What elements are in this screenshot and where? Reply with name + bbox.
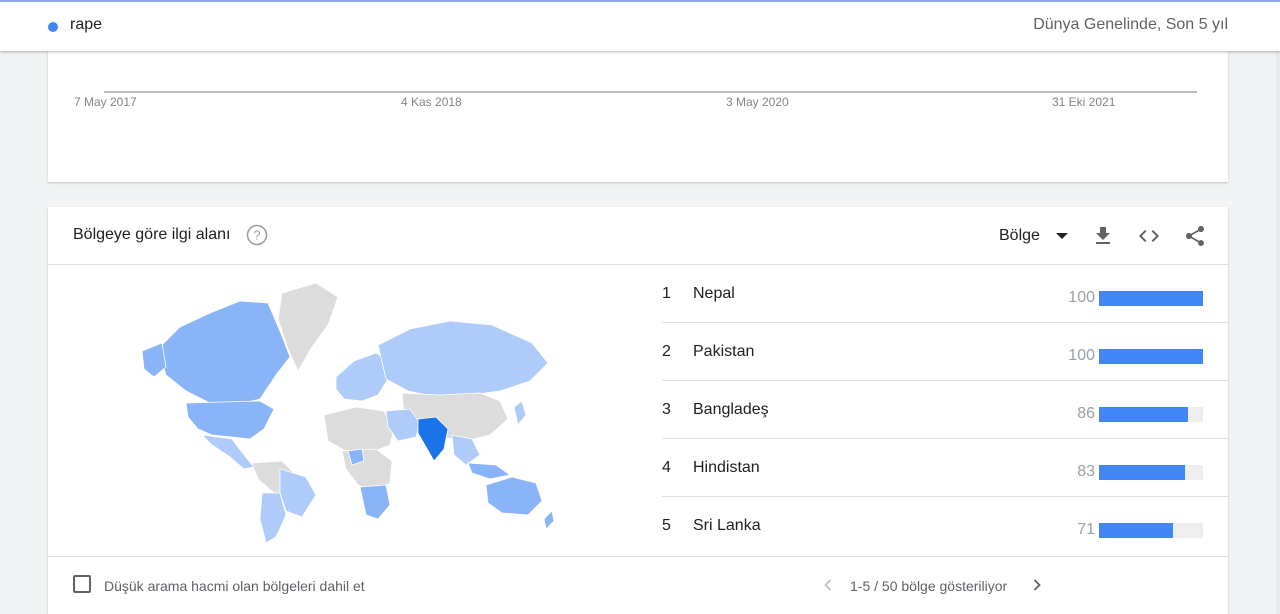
search-term-bar: rape Dünya Genelinde, Son 5 yıl <box>0 0 1280 51</box>
alaska <box>141 342 167 378</box>
indonesia-philippines <box>467 462 511 480</box>
ranking-region-name: Hindistan <box>693 459 760 476</box>
ranking-bar-track <box>1099 291 1203 306</box>
interest-over-time-card: 7 May 2017 4 Kas 2018 3 May 2020 31 Eki … <box>48 40 1228 182</box>
australia <box>485 476 543 516</box>
ranking-region-name: Bangladeş <box>693 401 769 418</box>
ranking-region-name: Pakistan <box>693 343 755 360</box>
region-card-footer: Düşük arama hacmi olan bölgeleri dahil e… <box>48 556 1228 614</box>
ranking-bar <box>1099 291 1203 306</box>
ranking-bar <box>1099 465 1186 480</box>
timeline-axis-line <box>104 91 1197 93</box>
ranking-row[interactable]: 3 Bangladeş 86 <box>662 381 1228 439</box>
ranking-row[interactable]: 5 Sri Lanka 71 <box>662 497 1228 555</box>
interest-by-region-card: Bölgeye göre ilgi alanı ? Bölge 1 Nepal … <box>48 207 1228 614</box>
map-countries <box>141 282 555 544</box>
ranking-row[interactable]: 2 Pakistan 100 <box>662 323 1228 381</box>
brazil <box>279 468 317 518</box>
usa <box>185 400 275 440</box>
svg-text:?: ? <box>253 228 260 243</box>
page-scrollbar[interactable] <box>1276 0 1280 614</box>
download-icon[interactable] <box>1091 224 1115 248</box>
ranking-bar <box>1099 349 1203 364</box>
chevron-right-icon[interactable] <box>1029 577 1045 593</box>
low-volume-checkbox-label[interactable]: Düşük arama hacmi olan bölgeleri dahil e… <box>104 578 365 594</box>
mexico-central-america <box>200 434 255 470</box>
central-asia-china <box>401 392 509 442</box>
russia <box>377 320 549 398</box>
world-map[interactable] <box>140 279 560 544</box>
ranking-row[interactable]: 1 Nepal 100 <box>662 265 1228 323</box>
ranking-value: 100 <box>1068 289 1095 306</box>
ranking-region-name: Nepal <box>693 285 735 302</box>
pagination-status: 1-5 / 50 bölge gösteriliyor <box>850 578 1008 594</box>
ranking-bar-track <box>1099 349 1203 364</box>
scope-label: Dünya Genelinde, Son 5 yıl <box>1033 16 1228 33</box>
south-america-south <box>259 492 287 544</box>
help-circle-icon[interactable]: ? <box>246 224 268 246</box>
timeline-axis-label: 31 Eki 2021 <box>1052 95 1116 109</box>
embed-code-icon[interactable] <box>1137 224 1161 248</box>
ranking-bar-track <box>1099 407 1203 422</box>
share-icon[interactable] <box>1183 224 1207 248</box>
ranking-position: 5 <box>662 517 671 534</box>
ranking-bar-track <box>1099 465 1203 480</box>
search-term[interactable]: rape <box>70 16 102 34</box>
southeast-asia <box>451 434 481 466</box>
resolution-dropdown[interactable]: Bölge <box>999 224 1068 248</box>
ranking-value: 86 <box>1077 405 1095 422</box>
canada <box>157 300 291 406</box>
resolution-dropdown-value: Bölge <box>999 227 1040 244</box>
low-volume-checkbox[interactable] <box>73 575 91 593</box>
new-zealand <box>543 510 555 530</box>
ranking-position: 1 <box>662 285 671 302</box>
ranking-value: 71 <box>1077 521 1095 538</box>
chevron-left-icon[interactable] <box>820 577 836 593</box>
north-africa <box>323 406 395 454</box>
caret-down-icon <box>1055 233 1068 239</box>
ranking-bar <box>1099 523 1173 538</box>
ranking-position: 2 <box>662 343 671 360</box>
ranking-bar <box>1099 407 1189 422</box>
ranking-bar-track <box>1099 523 1203 538</box>
southern-africa <box>359 484 391 520</box>
timeline-axis-label: 7 May 2017 <box>74 95 137 109</box>
ranking-value: 83 <box>1077 463 1095 480</box>
timeline-axis-label: 4 Kas 2018 <box>401 95 462 109</box>
japan <box>513 400 527 426</box>
ranking-position: 4 <box>662 459 671 476</box>
timeline-axis-label: 3 May 2020 <box>726 95 789 109</box>
ranking-row[interactable]: 4 Hindistan 83 <box>662 439 1228 497</box>
term-color-dot-icon <box>48 22 58 32</box>
ranking-value: 100 <box>1068 347 1095 364</box>
ranking-region-name: Sri Lanka <box>693 517 761 534</box>
ranking-position: 3 <box>662 401 671 418</box>
region-card-header: Bölgeye göre ilgi alanı ? Bölge <box>48 207 1228 265</box>
region-card-title: Bölgeye göre ilgi alanı <box>73 226 231 243</box>
